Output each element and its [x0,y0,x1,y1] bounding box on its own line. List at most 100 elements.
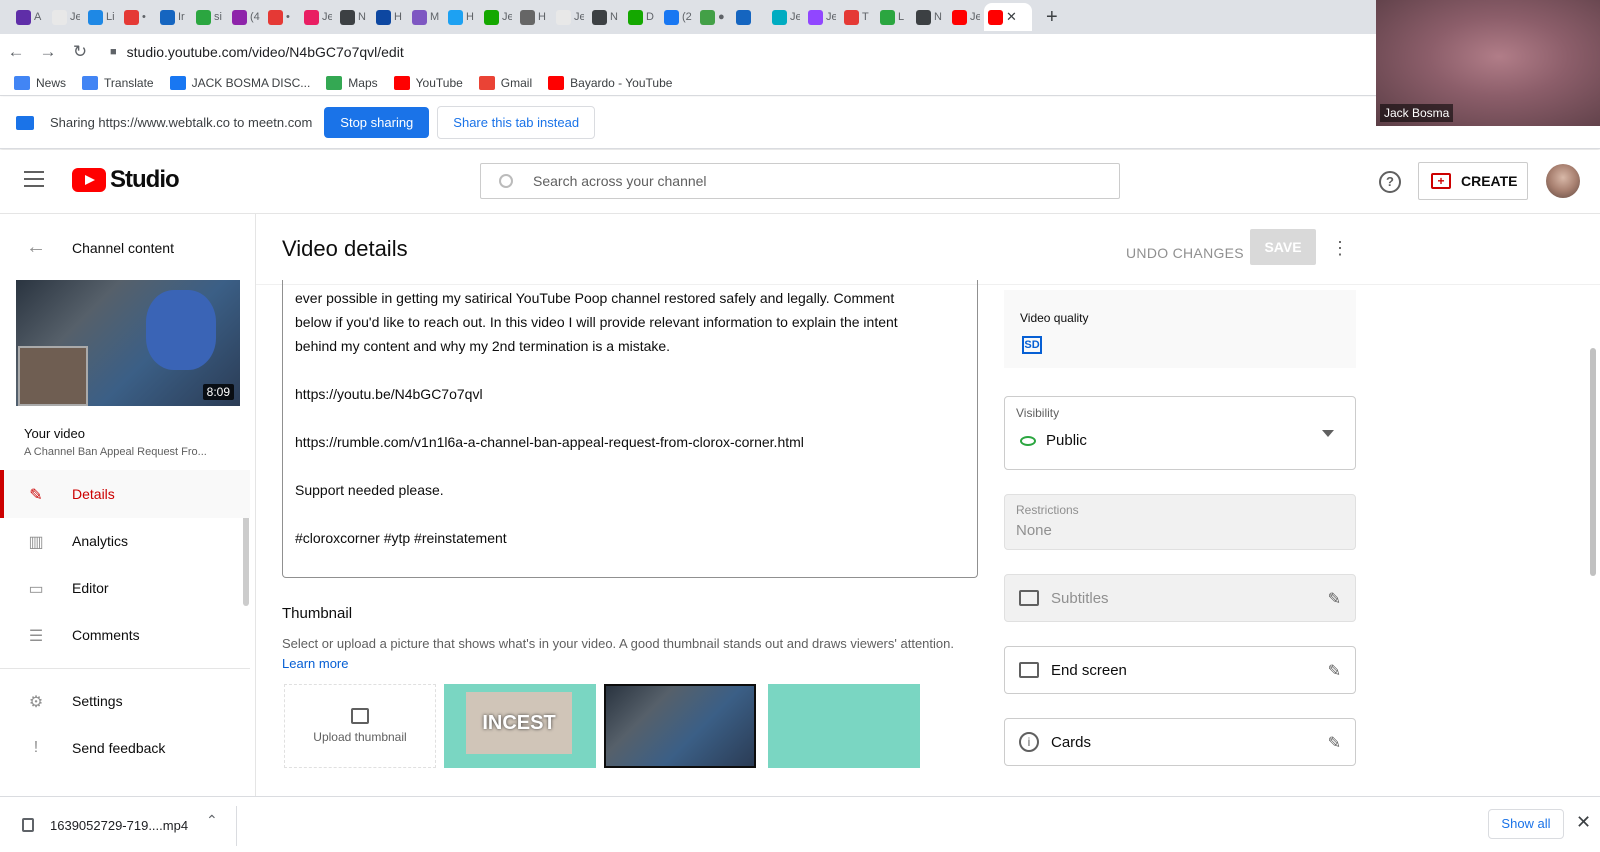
browser-tab[interactable]: Li [84,3,120,31]
save-button[interactable]: SAVE [1250,229,1316,265]
description-field[interactable]: ever possible in getting my satirical Yo… [282,280,978,578]
stop-sharing-button[interactable]: Stop sharing [324,107,430,138]
sidebar-item-details[interactable]: ✎ Details [0,470,250,518]
more-options-icon[interactable]: ⋮ [1331,238,1349,259]
page-title: Video details [282,236,408,261]
avatar[interactable] [1546,164,1580,198]
search-input[interactable]: Search across your channel [480,163,1120,199]
tab-favicon-icon [952,9,967,25]
browser-tab[interactable]: L [876,3,912,31]
main-scrollbar[interactable] [1590,348,1596,576]
browser-tab[interactable]: Je [48,3,84,31]
help-icon[interactable]: ? [1379,171,1401,193]
studio-logo[interactable]: Studio [72,166,180,194]
bookmark-label: Maps [348,75,378,90]
browser-tab[interactable]: A [12,3,48,31]
sidebar-item-analytics[interactable]: ▥ Analytics [0,517,250,565]
new-tab-icon[interactable]: + [1046,6,1058,29]
browser-tab[interactable]: Je [804,3,840,31]
bookmarks-bar: News Translate JACK BOSMA DISC... Maps YouTu… [0,70,1376,96]
sd-quality-badge: SD [1022,336,1042,354]
tab-favicon-icon [412,9,427,25]
browser-tab-active[interactable]: ✕ [984,3,1032,31]
browser-tab[interactable] [732,3,768,31]
tab-title: D [646,11,654,23]
show-all-button[interactable]: Show all [1488,809,1564,839]
sidebar-item-label: Analytics [72,533,129,549]
browser-tab[interactable]: H [372,3,408,31]
chevron-up-icon[interactable]: ⌃ [206,812,218,829]
thumbnail-option-3[interactable] [768,684,920,768]
browser-tab[interactable]: Ir [156,3,192,31]
channel-content-link[interactable]: Channel content [72,240,174,256]
sidebar-item-comments[interactable]: ☰ Comments [0,611,250,659]
dropdown-caret-icon[interactable] [1322,430,1334,437]
edit-pencil-icon[interactable]: ✎ [1328,733,1341,753]
browser-tab[interactable]: M [408,3,444,31]
close-icon[interactable]: ✕ [1576,812,1591,833]
video-thumbnail[interactable]: 8:09 [16,280,240,406]
reload-icon[interactable]: ↻ [64,42,96,62]
browser-tab[interactable]: H [516,3,552,31]
browser-tab[interactable]: N [912,3,948,31]
undo-changes-button[interactable]: UNDO CHANGES [1126,245,1244,261]
browser-tab[interactable]: • [264,3,300,31]
tab-favicon-icon [700,9,715,25]
browser-tab[interactable]: ● [696,3,732,31]
browser-tab[interactable]: D [624,3,660,31]
thumbnail-face [18,346,88,406]
browser-tab[interactable]: N [336,3,372,31]
browser-tab[interactable]: T [840,3,876,31]
browser-tab[interactable]: H [444,3,480,31]
sidebar-item-label: Settings [72,693,123,709]
upload-thumbnail-button[interactable]: Upload thumbnail [284,684,436,768]
bookmark-item[interactable]: News [14,75,66,90]
back-arrow-icon[interactable]: ← [26,236,46,259]
edit-pencil-icon[interactable]: ✎ [1328,661,1341,681]
tab-title: Je [70,11,80,23]
visibility-label: Visibility [1016,406,1060,420]
end-screen-row[interactable]: End screen ✎ [1004,646,1356,694]
cards-label: Cards [1051,733,1092,751]
tab-favicon-icon [736,9,751,25]
bookmark-item[interactable]: Gmail [478,75,532,90]
browser-tab[interactable]: • [120,3,156,31]
browser-tab[interactable]: Je [300,3,336,31]
browser-tab[interactable]: Je [768,3,804,31]
edit-pencil-icon[interactable]: ✎ [1328,589,1341,609]
cards-row[interactable]: i Cards ✎ [1004,718,1356,766]
bookmark-item[interactable]: YouTube [393,75,463,90]
bookmark-item[interactable]: JACK BOSMA DISC... [169,75,310,90]
thumbnail-option-1[interactable]: INCEST [444,684,596,768]
sidebar-item-settings[interactable]: ⚙ Settings [0,677,250,725]
tab-title: M [430,11,440,23]
menu-icon[interactable] [24,171,44,187]
back-arrow-icon[interactable]: ← [0,42,32,62]
sidebar-item-send-feedback[interactable]: ! Send feedback [0,724,250,772]
browser-tab[interactable]: N [588,3,624,31]
browser-tab[interactable]: (4 [228,3,264,31]
bookmark-favicon-icon [326,75,343,90]
bookmark-item[interactable]: Translate [82,75,154,90]
browser-tab[interactable]: (2 [660,3,696,31]
browser-tab[interactable]: Je [480,3,516,31]
search-icon [499,174,513,188]
thumbnail-option-2-selected[interactable] [604,684,756,768]
browser-tab[interactable]: Je [552,3,588,31]
subtitles-row[interactable]: Subtitles ✎ [1004,574,1356,622]
create-button[interactable]: + CREATE [1418,162,1528,200]
address-bar[interactable]: ■ studio.youtube.com/video/N4bGC7o7qvl/e… [102,38,1352,66]
close-tab-icon[interactable]: ✕ [1006,9,1017,25]
browser-tab[interactable]: Je [948,3,984,31]
download-file-name[interactable]: 1639052729-719....mp4 [50,818,188,833]
browser-tab[interactable]: si [192,3,228,31]
description-line: #cloroxcorner #ytp #reinstatement [295,530,507,546]
tab-favicon-icon [664,9,679,25]
bookmark-item[interactable]: Maps [326,75,378,90]
sidebar-item-editor[interactable]: ▭ Editor [0,564,250,612]
learn-more-link[interactable]: Learn more [282,656,348,671]
bookmark-item[interactable]: Bayardo - YouTube [548,75,672,90]
share-this-tab-button[interactable]: Share this tab instead [437,106,596,139]
forward-arrow-icon[interactable]: → [32,42,64,62]
sharing-message: Sharing https://www.webtalk.co to meetn.… [50,115,313,130]
